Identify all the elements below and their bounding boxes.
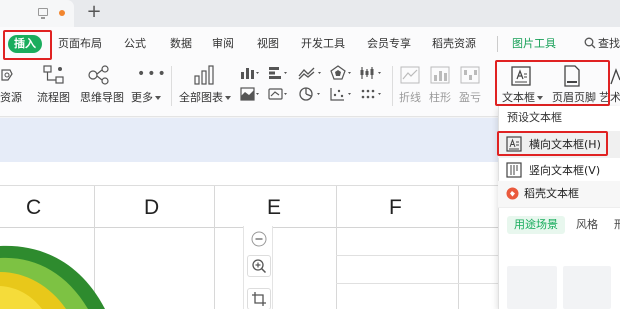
column-divider (336, 186, 337, 309)
scatter-chart-icon[interactable] (330, 87, 354, 101)
insert-highlight-box (3, 30, 52, 60)
sparkline-column-icon (430, 66, 450, 84)
column-chart-icon[interactable] (240, 66, 262, 80)
menu-docer-resources[interactable]: 稻壳资源 (432, 36, 476, 52)
monitor-icon (38, 8, 48, 19)
tab-usage-scenario[interactable]: 用途场景 (507, 216, 565, 234)
menu-formula[interactable]: 公式 (124, 36, 146, 52)
column-header-row (0, 186, 498, 228)
menu-member[interactable]: 会员专享 (367, 36, 411, 52)
resource-icon[interactable] (0, 66, 14, 86)
bar-chart-icon[interactable] (268, 66, 290, 80)
ribbon-sparkline-line-label: 折线 (399, 91, 421, 104)
ribbon-more-label[interactable]: 更多 (131, 91, 161, 105)
horizontal-textbox-highlight (497, 131, 608, 156)
flowchart-icon[interactable] (42, 64, 66, 86)
combo-chart-icon[interactable] (268, 87, 290, 101)
ribbon-separator (392, 66, 393, 106)
new-tab-plus-icon[interactable]: + (86, 3, 102, 21)
dropdown-preset-title: 预设文本框 (507, 111, 562, 124)
vertical-textbox-icon (506, 162, 522, 178)
tab-style[interactable]: 风格 (576, 218, 598, 232)
menu-picture-tools[interactable]: 图片工具 (512, 36, 556, 52)
menu-data[interactable]: 数据 (170, 36, 192, 52)
line-chart-icon[interactable] (298, 66, 324, 80)
column-header-d[interactable]: D (144, 196, 159, 220)
ribbon-mindmap-label[interactable]: 思维导图 (80, 91, 124, 105)
ribbon-separator (171, 66, 172, 106)
more-dots-icon[interactable]: ••• (137, 66, 168, 82)
menu-page-layout[interactable]: 页面布局 (58, 36, 102, 52)
all-charts-icon[interactable] (193, 64, 215, 86)
column-header-e[interactable]: E (267, 196, 281, 220)
docer-textbox-label: 稻壳文本框 (524, 187, 579, 200)
menu-developer-tools[interactable]: 开发工具 (301, 36, 345, 52)
menu-review[interactable]: 审阅 (212, 36, 234, 52)
sparkline-line-icon (400, 66, 420, 84)
column-header-c[interactable]: C (26, 196, 41, 220)
crop-icon[interactable] (251, 291, 267, 307)
unsaved-dot-icon (59, 10, 65, 16)
art-text-icon[interactable] (609, 68, 620, 86)
menu-view[interactable]: 视图 (257, 36, 279, 52)
textbox-highlight-box (495, 60, 610, 106)
sheet-top-strip (0, 162, 498, 186)
column-header-f[interactable]: F (389, 196, 402, 220)
ribbon-sparkline-winloss-label: 盈亏 (459, 91, 481, 104)
search-icon[interactable] (584, 37, 596, 49)
collapse-minus-icon[interactable] (251, 231, 267, 247)
stock-chart-icon[interactable] (360, 66, 386, 80)
more-charts-icon[interactable] (360, 87, 386, 101)
ribbon-flowchart-label[interactable]: 流程图 (37, 91, 70, 105)
dropdown-divider (498, 207, 620, 208)
area-chart-icon[interactable] (240, 87, 262, 101)
mindmap-icon[interactable] (86, 64, 112, 86)
radar-chart-icon[interactable] (330, 65, 354, 81)
vertical-textbox-label[interactable]: 竖向文本框(V) (529, 164, 600, 178)
column-divider (458, 186, 459, 309)
ribbon-resource-label[interactable]: 资源 (0, 91, 22, 105)
sparkline-winloss-icon (460, 66, 480, 84)
formula-bar[interactable] (0, 118, 498, 162)
menu-separator (497, 36, 498, 52)
row-divider (336, 255, 498, 256)
template-thumbnail[interactable] (507, 266, 557, 309)
tab-shape[interactable]: 形 (614, 218, 620, 232)
pie-chart-icon[interactable] (298, 87, 324, 101)
template-thumbnail[interactable] (563, 266, 611, 309)
ribbon-all-charts-label[interactable]: 全部图表 (179, 91, 231, 105)
search-label[interactable]: 查找 (598, 36, 620, 52)
inserted-picture[interactable] (0, 236, 110, 309)
docer-logo-icon (506, 187, 519, 200)
zoom-in-icon[interactable] (251, 258, 267, 274)
column-divider (214, 186, 215, 309)
row-divider (336, 283, 498, 284)
ribbon-sparkline-column-label: 柱形 (429, 91, 451, 104)
